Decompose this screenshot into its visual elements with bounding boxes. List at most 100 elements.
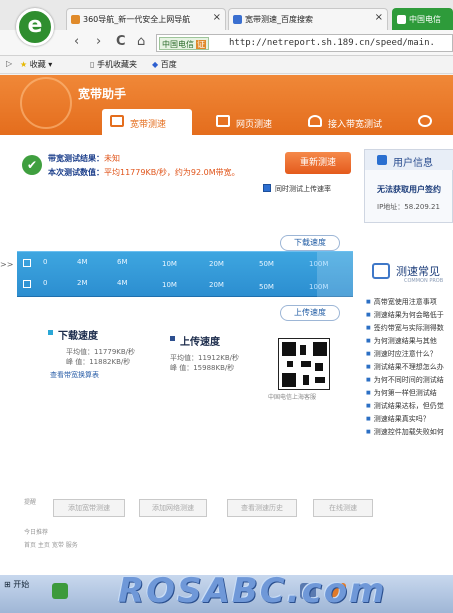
taskbar-app-icon[interactable] — [52, 583, 68, 599]
faq-subtitle: COMMON PROB — [404, 278, 444, 284]
favorites-item-mobile[interactable]: ▯ 手机收藏夹 — [90, 59, 137, 70]
retest-button[interactable]: 重新测速 — [285, 152, 351, 174]
browser-tab-360[interactable]: 360导航_新一代安全上网导航 × — [66, 8, 226, 30]
user-info-header: 用户信息 — [365, 150, 453, 170]
scale-tick: 0 — [43, 279, 48, 287]
faq-item[interactable]: 为何不同时间的测试结 — [366, 375, 444, 385]
footer-caption: 首页 主页 宽带 服务 — [24, 542, 78, 549]
carrier-badge[interactable]: 中国电信证 — [159, 37, 209, 50]
faq-item[interactable]: 测速结果为何会略低于 — [366, 310, 444, 320]
summary-title-text: 上传速度 — [180, 337, 220, 348]
upload-square-icon — [170, 336, 175, 341]
certificate-icon: 证 — [196, 40, 206, 49]
speed-scale-bar: 0 4M 6M 10M 20M 50M 100M 0 2M 4M 10M 20M… — [17, 251, 353, 298]
reload-icon[interactable]: C — [116, 34, 126, 49]
scale-tick: 0 — [43, 258, 48, 266]
checkbox-label: 同时测试上传速率 — [275, 185, 331, 193]
tab-label: 宽带测速_百度搜索 — [245, 15, 313, 24]
recommend-caption: 今日推荐 — [24, 529, 49, 536]
browser-logo-icon[interactable]: e — [16, 8, 54, 46]
faq-item[interactable]: 测速时应注意什么？ — [366, 349, 437, 359]
tab-broadband-test[interactable]: 宽带测速 — [102, 109, 192, 135]
download-square-icon — [48, 330, 53, 335]
favorites-item-baidu[interactable]: ◆ 百度 — [152, 59, 177, 70]
favorites-item-label: 收藏 — [29, 60, 46, 69]
url-input[interactable]: 中国电信证 http://netreport.sh.189.cn/speed/m… — [156, 34, 453, 52]
carrier-label: 中国电信 — [162, 40, 194, 49]
tab-favicon-icon — [71, 15, 80, 24]
speed-summary: 下载速度 平均值：11779KB/秒 峰 值：11882KB/秒 查看带宽换算表… — [48, 325, 288, 395]
browser-tab-telecom[interactable]: 中国电信 — [392, 8, 453, 30]
user-info-title: 用户信息 — [393, 158, 433, 169]
user-info-panel: 用户信息 无法获取用户签约 IP地址：58.209.21 — [364, 149, 453, 223]
app-title: 宽带助手 — [78, 87, 127, 101]
summary-title-text: 下载速度 — [58, 331, 98, 342]
upload-icon — [308, 115, 322, 127]
monitor-icon — [110, 115, 124, 127]
tab-history[interactable] — [410, 109, 453, 135]
start-icon: ⊞ — [4, 580, 11, 589]
scale-tick: 10M — [162, 260, 177, 268]
faq-item[interactable]: 为何测速结果与其他 — [366, 336, 437, 346]
upload-speed-bubble: 上传速度 — [280, 305, 340, 321]
sidebar-toggle-icon[interactable]: ▷ — [6, 59, 12, 68]
scale-tick: 2M — [77, 279, 88, 287]
upload-icon — [23, 280, 31, 288]
baidu-icon: ◆ — [152, 60, 159, 69]
qr-code-icon — [278, 338, 330, 390]
upload-peak: 峰 值：15988KB/秒 — [170, 364, 235, 372]
bottom-button[interactable]: 在线测速 — [313, 499, 373, 517]
start-button[interactable]: ⊞ 开始 — [4, 579, 29, 590]
collapse-handle-icon[interactable]: >> — [0, 260, 13, 269]
tab-label: 宽带测速 — [130, 120, 167, 130]
tab-close-icon[interactable]: × — [375, 12, 383, 23]
user-icon — [377, 155, 387, 165]
faq-item[interactable]: 高带宽使用注意事项 — [366, 297, 437, 307]
tab-favicon-icon — [233, 15, 242, 24]
result-value: 未知 — [104, 154, 120, 163]
faq-item[interactable]: 测速结果真实吗？ — [366, 414, 430, 424]
webpage-icon — [216, 115, 230, 127]
scale-tick: 4M — [117, 279, 128, 287]
upload-test-checkbox[interactable]: 同时测试上传速率 — [263, 184, 331, 194]
phone-icon: ▯ — [90, 60, 95, 69]
upload-scale-row: 0 2M 4M 10M 20M 50M 100M — [17, 275, 353, 297]
faq-item[interactable]: 测试结果不理想怎么办 — [366, 362, 444, 372]
faq-item[interactable]: 测试结果达标，但仍觉 — [366, 401, 444, 411]
faq-item[interactable]: 签约带宽与实际测得数 — [366, 323, 444, 333]
back-icon[interactable]: ‹ — [74, 34, 79, 49]
browser-tab-baidu[interactable]: 宽带测速_百度搜索 × — [228, 8, 388, 30]
bottom-button[interactable]: 查看测速历史 — [227, 499, 297, 517]
download-icon — [23, 259, 31, 267]
bottom-button[interactable]: 添加网络测速 — [139, 499, 207, 517]
scale-tick: 50M — [259, 260, 274, 268]
download-summary-title: 下载速度 — [48, 327, 98, 342]
home-icon[interactable]: ⌂ — [137, 34, 145, 49]
faq-header: 测速常见 — [372, 263, 440, 279]
clock-icon — [418, 115, 432, 127]
faq-item[interactable]: 测速控件加载失败如何 — [366, 427, 444, 437]
bandwidth-table-link[interactable]: 查看带宽换算表 — [50, 370, 99, 380]
result-label: 本次测试数值： — [48, 168, 104, 177]
app-header: 宽带助手 宽带测速 网页测速 接入带宽测试 — [0, 75, 453, 135]
star-icon: ★ — [20, 60, 28, 69]
scale-tick: 6M — [117, 258, 128, 266]
scale-tick: 100M — [309, 283, 329, 291]
address-bar: ‹ › C ⌂ 中国电信证 http://netreport.sh.189.cn… — [0, 30, 453, 56]
faq-panel: 测速常见 COMMON PROB 高带宽使用注意事项 测速结果为何会略低于 签约… — [364, 255, 453, 555]
tab-web-test[interactable]: 网页测速 — [208, 109, 288, 135]
forward-icon[interactable]: › — [96, 34, 101, 49]
bottom-button[interactable]: 添加宽带测速 — [53, 499, 125, 517]
tab-access-bandwidth[interactable]: 接入带宽测试 — [300, 109, 410, 135]
url-text: http://netreport.sh.189.cn/speed/main. — [229, 38, 435, 48]
favorites-item-label: 百度 — [160, 60, 177, 69]
tab-close-icon[interactable]: × — [213, 12, 221, 23]
test-result-panel: ✔ 带宽测试结果：未知 本次测试数值：平均11779KB/秒，约为92.0M带宽… — [20, 147, 351, 207]
screen: 360导航_新一代安全上网导航 × 宽带测速_百度搜索 × 中国电信 e ‹ ›… — [0, 0, 453, 613]
favorites-item-collect[interactable]: ★ 收藏 ▾ — [20, 59, 52, 70]
scale-tick: 10M — [162, 281, 177, 289]
result-line-1: 带宽测试结果：未知 — [48, 153, 120, 164]
download-average: 平均值：11779KB/秒 — [66, 348, 136, 356]
tab-favicon-icon — [397, 15, 406, 24]
faq-item[interactable]: 为何第一样但测试结 — [366, 388, 437, 398]
